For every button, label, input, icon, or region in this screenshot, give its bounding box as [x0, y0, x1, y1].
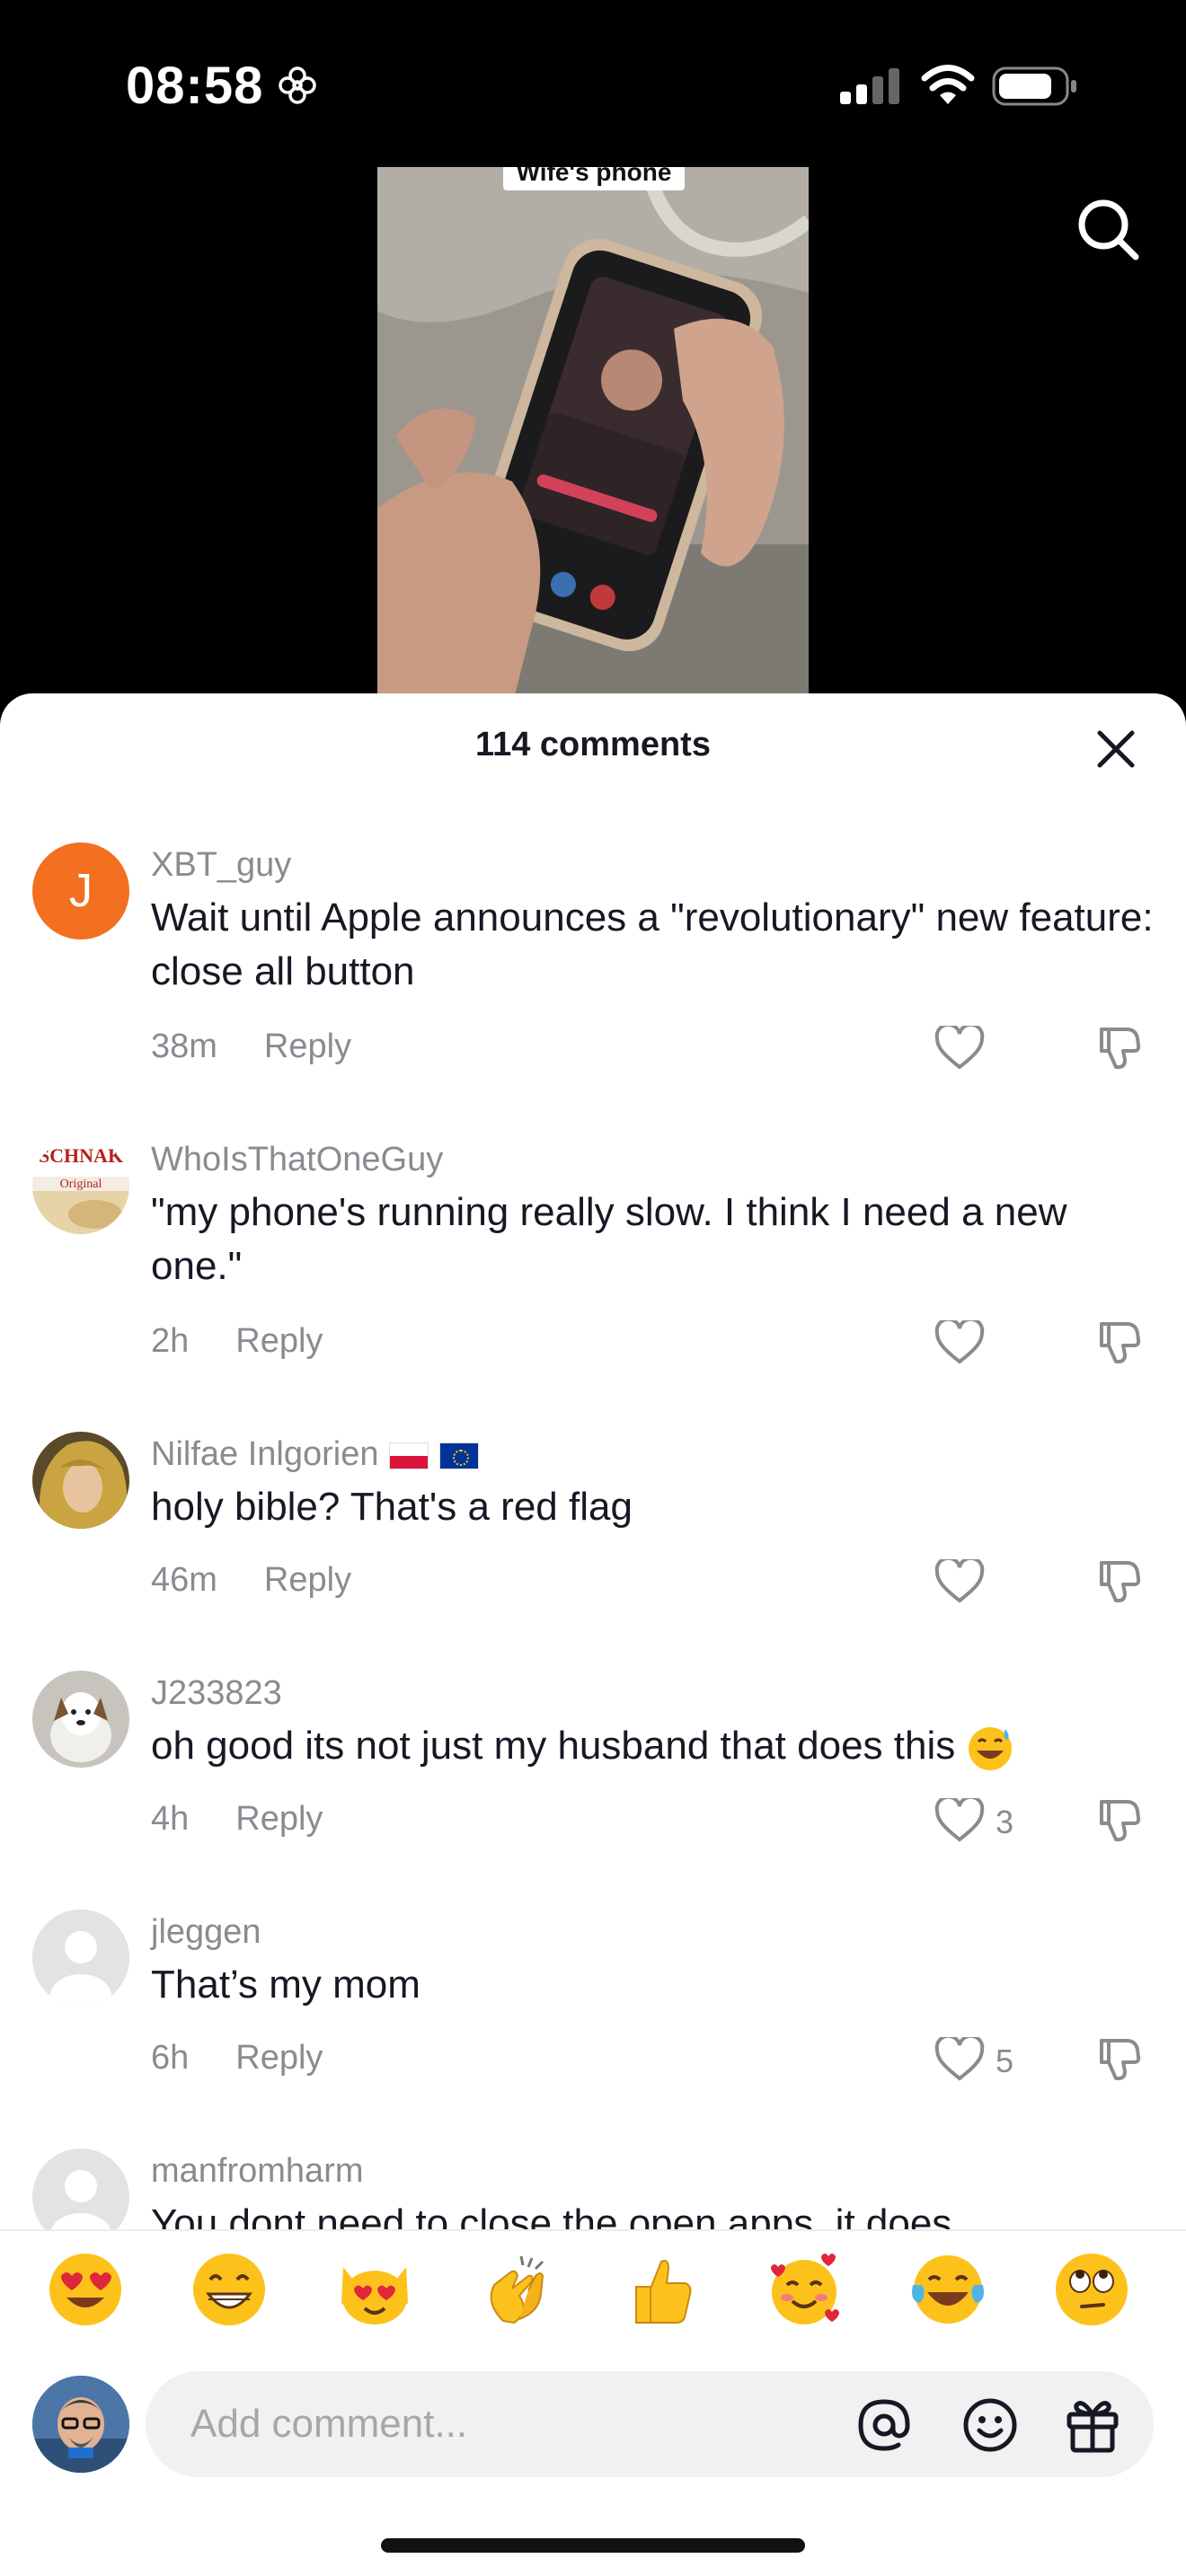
status-bar: 08:58 — [0, 0, 1186, 135]
smiling-hearts-emoji[interactable] — [764, 2249, 845, 2330]
heart-icon[interactable] — [934, 1022, 985, 1071]
svg-text:Original: Original — [60, 1178, 102, 1191]
comment-meta: 46m Reply — [151, 1561, 351, 1600]
my-avatar[interactable] — [32, 2376, 129, 2473]
thumbs-up-emoji[interactable] — [620, 2249, 701, 2330]
comment-time: 6h — [151, 2039, 190, 2077]
tears-of-joy-emoji[interactable] — [907, 2249, 988, 2330]
wifi-icon — [920, 63, 976, 106]
dislike-icon[interactable] — [1096, 1557, 1143, 1604]
reply-button[interactable]: Reply — [264, 1561, 351, 1599]
quick-emoji-bar — [0, 2249, 1186, 2339]
flag-eu-icon — [439, 1442, 480, 1469]
beaming-face-emoji[interactable] — [189, 2249, 270, 2330]
comment-username[interactable]: manfromharm — [151, 2152, 364, 2191]
eye-roll-emoji[interactable] — [1051, 2249, 1132, 2330]
comment-text: Wait until Apple announces a "revolution… — [151, 895, 1154, 993]
avatar[interactable] — [32, 1432, 129, 1529]
comment-text: holy bible? That's a red flag — [151, 1485, 633, 1529]
avatar[interactable]: J — [32, 842, 129, 940]
heart-eyes-cat-emoji[interactable] — [334, 2249, 415, 2330]
dislike-icon[interactable] — [1096, 1024, 1143, 1071]
comment-text: "my phone's running really slow. I think… — [151, 1190, 1067, 1288]
heart-icon[interactable] — [934, 2033, 985, 2082]
emoji-picker-icon[interactable] — [961, 2396, 1019, 2454]
default-avatar-icon[interactable] — [32, 1910, 129, 2007]
reply-button[interactable]: Reply — [235, 2039, 323, 2077]
comment-username[interactable]: jleggen — [151, 1913, 261, 1952]
comment-meta: 38m Reply — [151, 1028, 351, 1066]
gift-icon[interactable] — [1064, 2395, 1121, 2454]
like-count: 3 — [996, 1804, 1014, 1840]
heart-eyes-emoji[interactable] — [45, 2249, 126, 2330]
dislike-icon[interactable] — [1096, 1319, 1143, 1365]
search-icon[interactable] — [1073, 194, 1145, 266]
dislike-icon[interactable] — [1096, 2035, 1143, 2082]
home-indicator[interactable] — [381, 2538, 805, 2553]
reply-button[interactable]: Reply — [264, 1028, 351, 1065]
status-time: 08:58 — [126, 57, 264, 115]
grinning-sweat-emoji — [966, 1724, 1014, 1772]
close-icon[interactable] — [1091, 724, 1141, 774]
comment-time: 38m — [151, 1028, 217, 1065]
flower-focus-icon — [277, 65, 318, 106]
like-count: 5 — [996, 2042, 1014, 2079]
comment-username[interactable]: J233823 — [151, 1674, 282, 1713]
comments-count-title: 114 comments — [475, 726, 711, 763]
comment-text: oh good its not just my husband that doe… — [151, 1719, 1157, 1773]
comment-composer — [146, 2371, 1154, 2477]
comment-username[interactable]: XBT_guy — [151, 846, 291, 885]
heart-icon[interactable] — [934, 1795, 985, 1843]
clapping-hands-emoji[interactable] — [476, 2249, 557, 2330]
heart-icon[interactable] — [934, 1556, 985, 1604]
comment-time: 4h — [151, 1800, 190, 1838]
comment-meta: 6h Reply — [151, 2039, 323, 2078]
heart-icon[interactable] — [934, 1317, 985, 1365]
at-mention-icon[interactable] — [855, 2396, 913, 2454]
divider — [0, 2229, 1186, 2231]
dislike-icon[interactable] — [1096, 1796, 1143, 1843]
battery-icon — [992, 66, 1078, 106]
flag-poland-icon — [389, 1442, 429, 1469]
comment-meta: 4h Reply — [151, 1800, 323, 1839]
reply-button[interactable]: Reply — [235, 1322, 323, 1360]
comment-meta: 2h Reply — [151, 1322, 323, 1361]
svg-text:SCHNAK: SCHNAK — [39, 1144, 123, 1167]
video-caption: Wife's phone — [503, 167, 685, 190]
comment-time: 2h — [151, 1322, 190, 1360]
avatar[interactable] — [32, 1671, 129, 1768]
comment-text: That’s my mom — [151, 1963, 420, 2007]
reply-button[interactable]: Reply — [235, 1800, 323, 1838]
add-comment-input[interactable] — [190, 2371, 855, 2477]
cellular-signal-icon — [840, 66, 901, 106]
comment-username[interactable]: WhoIsThatOneGuy — [151, 1141, 443, 1179]
comment-time: 46m — [151, 1561, 217, 1599]
comment-username[interactable]: Nilfae Inlgorien — [151, 1435, 480, 1474]
video-thumbnail[interactable]: Wife's phone — [377, 167, 809, 706]
avatar[interactable]: SCHNAK Original — [32, 1137, 129, 1234]
